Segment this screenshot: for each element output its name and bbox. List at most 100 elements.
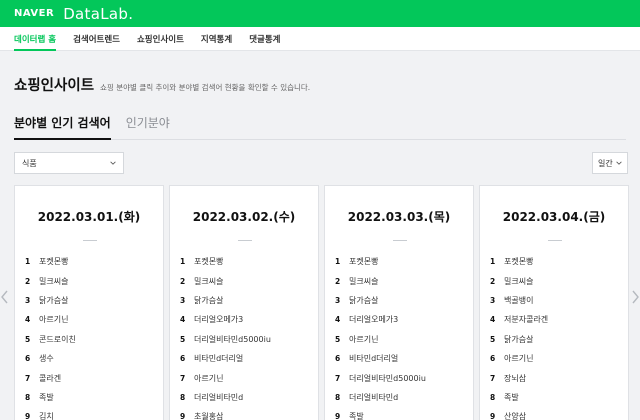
chevron-down-icon — [616, 161, 622, 165]
tab-popular-keywords[interactable]: 분야별 인기 검색어 — [14, 112, 111, 140]
daily-rank-card: 2022.03.04.(금) 1 포켓몬빵 2 밀크씨슬 3 백골뱅이 4 저분자콜라겐… — [479, 185, 629, 420]
card-date: 2022.03.04.(금) — [502, 210, 606, 224]
rank-item[interactable]: 5 닭가슴살 — [490, 330, 622, 349]
rank-item[interactable]: 8 더리얼비타민d — [335, 388, 467, 407]
rank-item[interactable]: 6 비타민d더리얼 — [335, 349, 467, 368]
rank-item[interactable]: 4 아르기닌 — [25, 310, 157, 329]
rank-keyword: 더리얼오메가3 — [349, 315, 399, 325]
rank-item[interactable]: 4 더리얼오메가3 — [180, 310, 312, 329]
rank-item[interactable]: 2 밀크씨슬 — [25, 271, 157, 290]
rank-number: 4 — [335, 315, 341, 325]
rank-item[interactable]: 5 더리얼비타민d5000iu — [180, 330, 312, 349]
rank-item[interactable]: 3 백골뱅이 — [490, 291, 622, 310]
nav-item-search-trend[interactable]: 검색어트렌드 — [73, 27, 120, 50]
rank-item[interactable]: 1 포켓몬빵 — [180, 252, 312, 271]
rank-number: 4 — [180, 315, 186, 325]
rank-item[interactable]: 2 밀크씨슬 — [180, 271, 312, 290]
rank-item[interactable]: 7 장뇌삼 — [490, 368, 622, 387]
rank-keyword: 김치 — [39, 412, 54, 420]
rank-keyword: 족발 — [39, 392, 54, 402]
rank-keyword: 생수 — [39, 354, 54, 364]
rank-item[interactable]: 9 초월홍삼 — [180, 407, 312, 420]
nav-item-regional-stats[interactable]: 지역통계 — [201, 27, 232, 50]
nav-item-shopping-insight[interactable]: 쇼핑인사이트 — [137, 27, 184, 50]
rank-keyword: 밀크씨슬 — [504, 276, 534, 286]
rank-number: 3 — [490, 295, 496, 305]
rank-keyword: 더리얼비타민d — [349, 392, 399, 402]
rank-keyword: 밀크씨슬 — [349, 276, 379, 286]
rank-item[interactable]: 8 족발 — [25, 388, 157, 407]
rank-item[interactable]: 7 콜라겐 — [25, 368, 157, 387]
chevron-left-icon[interactable] — [1, 290, 9, 304]
card-date: 2022.03.02.(수) — [192, 210, 296, 224]
rank-keyword: 비타민d더리얼 — [349, 354, 399, 364]
rank-number: 5 — [180, 334, 186, 344]
rank-number: 9 — [180, 412, 186, 420]
rank-item[interactable]: 1 포켓몬빵 — [25, 252, 157, 271]
card-divider — [83, 240, 97, 241]
chevron-right-icon[interactable] — [631, 290, 639, 304]
daily-rank-card: 2022.03.03.(목) 1 포켓몬빵 2 밀크씨슬 3 닭가슴살 4 더리얼오메가… — [324, 185, 474, 420]
rank-item[interactable]: 9 김치 — [25, 407, 157, 420]
rank-number: 1 — [490, 257, 496, 267]
naver-logo[interactable]: NAVER — [14, 8, 54, 19]
rank-keyword: 더리얼비타민d5000iu — [349, 373, 426, 383]
rank-number: 8 — [25, 392, 31, 402]
nav-item-comment-stats[interactable]: 댓글통계 — [249, 27, 280, 50]
category-select[interactable]: 식품 — [14, 152, 124, 174]
rank-item[interactable]: 3 닭가슴살 — [335, 291, 467, 310]
rank-item[interactable]: 4 더리얼오메가3 — [335, 310, 467, 329]
rank-item[interactable]: 9 족발 — [335, 407, 467, 420]
rank-keyword: 밀크씨슬 — [39, 276, 69, 286]
rank-keyword: 장뇌삼 — [504, 373, 527, 383]
rank-keyword: 더리얼비타민d5000iu — [194, 334, 271, 344]
rank-item[interactable]: 5 아르기닌 — [335, 330, 467, 349]
rank-keyword: 산양삼 — [504, 412, 527, 420]
rank-keyword: 백골뱅이 — [504, 295, 534, 305]
rank-item[interactable]: 6 비타민d더리얼 — [180, 349, 312, 368]
rank-number: 4 — [25, 315, 31, 325]
rank-item[interactable]: 2 밀크씨슬 — [335, 271, 467, 290]
datalab-logo[interactable]: DataLab. — [63, 5, 133, 23]
top-bar: NAVER DataLab. — [0, 0, 640, 27]
rank-keyword: 닭가슴살 — [39, 295, 69, 305]
rank-item[interactable]: 7 아르기닌 — [180, 368, 312, 387]
rank-keyword: 아르기닌 — [504, 354, 534, 364]
rank-list: 1 포켓몬빵 2 밀크씨슬 3 닭가슴살 4 아르기닌 5 콘드로이친 6 생수 7 콜라겐 … — [25, 252, 157, 420]
nav-item-datalab-home[interactable]: 데이터랩 홈 — [14, 27, 57, 51]
rank-item[interactable]: 3 닭가슴살 — [25, 291, 157, 310]
rank-item[interactable]: 5 콘드로이친 — [25, 330, 157, 349]
rank-number: 4 — [490, 315, 496, 325]
rank-item[interactable]: 6 아르기닌 — [490, 349, 622, 368]
card-divider — [393, 240, 407, 241]
rank-number: 7 — [180, 373, 186, 383]
tab-popular-categories[interactable]: 인기분야 — [126, 112, 170, 139]
rank-item[interactable]: 1 포켓몬빵 — [490, 252, 622, 271]
rank-number: 9 — [335, 412, 341, 420]
rank-keyword: 닭가슴살 — [349, 295, 379, 305]
rank-number: 6 — [180, 354, 186, 364]
period-select[interactable]: 일간 — [592, 152, 628, 174]
rank-number: 6 — [25, 354, 31, 364]
rank-item[interactable]: 8 족발 — [490, 388, 622, 407]
rank-item[interactable]: 2 밀크씨슬 — [490, 271, 622, 290]
rank-item[interactable]: 7 더리얼비타민d5000iu — [335, 368, 467, 387]
main-nav: 데이터랩 홈 검색어트렌드 쇼핑인사이트 지역통계 댓글통계 — [0, 27, 640, 51]
rank-item[interactable]: 8 더리얼비타민d — [180, 388, 312, 407]
rank-keyword: 닭가슴살 — [194, 295, 224, 305]
rank-item[interactable]: 3 닭가슴살 — [180, 291, 312, 310]
card-divider — [238, 240, 252, 241]
rank-number: 2 — [335, 276, 341, 286]
rank-item[interactable]: 9 산양삼 — [490, 407, 622, 420]
rank-number: 6 — [335, 354, 341, 364]
rank-number: 6 — [490, 354, 496, 364]
card-divider — [548, 240, 562, 241]
page-header: 쇼핑인사이트 쇼핑 분야별 클릭 추이와 분야별 검색어 현황을 확인할 수 있… — [14, 74, 310, 95]
rank-item[interactable]: 6 생수 — [25, 349, 157, 368]
rank-number: 3 — [335, 295, 341, 305]
period-select-value: 일간 — [598, 158, 613, 168]
rank-number: 8 — [180, 392, 186, 402]
rank-number: 5 — [490, 334, 496, 344]
rank-item[interactable]: 4 저분자콜라겐 — [490, 310, 622, 329]
rank-item[interactable]: 1 포켓몬빵 — [335, 252, 467, 271]
